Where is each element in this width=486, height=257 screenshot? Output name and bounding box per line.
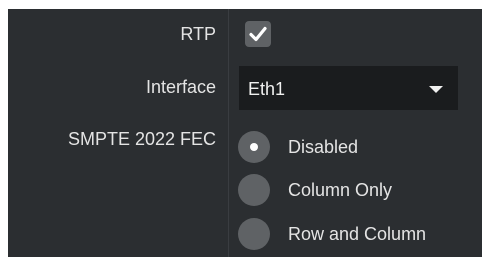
fec-option-row-and-column[interactable]: Row and Column bbox=[238, 218, 478, 252]
interface-select[interactable]: Eth1 bbox=[239, 66, 458, 110]
rtp-label: RTP bbox=[180, 24, 216, 44]
chevron-down-icon bbox=[429, 86, 443, 93]
radio-button[interactable] bbox=[238, 218, 270, 250]
interface-label: Interface bbox=[145, 77, 216, 97]
fec-option-label: Row and Column bbox=[288, 224, 427, 244]
fec-option-column-only[interactable]: Column Only bbox=[238, 174, 478, 208]
radio-button[interactable] bbox=[238, 174, 270, 206]
fec-option-label: Column Only bbox=[288, 180, 393, 200]
fec-label: SMPTE 2022 FEC bbox=[67, 129, 216, 149]
settings-panel: RTP Interface Eth1 SMPTE 2022 FEC Disabl… bbox=[8, 9, 482, 257]
radio-button-selected[interactable] bbox=[238, 131, 270, 163]
radio-dot bbox=[250, 143, 258, 151]
interface-selected-value: Eth1 bbox=[248, 79, 286, 99]
check-icon bbox=[249, 26, 267, 42]
fec-option-label: Disabled bbox=[288, 137, 359, 157]
fec-option-disabled[interactable]: Disabled bbox=[238, 131, 478, 165]
rtp-checkbox[interactable] bbox=[245, 21, 271, 47]
column-divider bbox=[228, 9, 229, 257]
